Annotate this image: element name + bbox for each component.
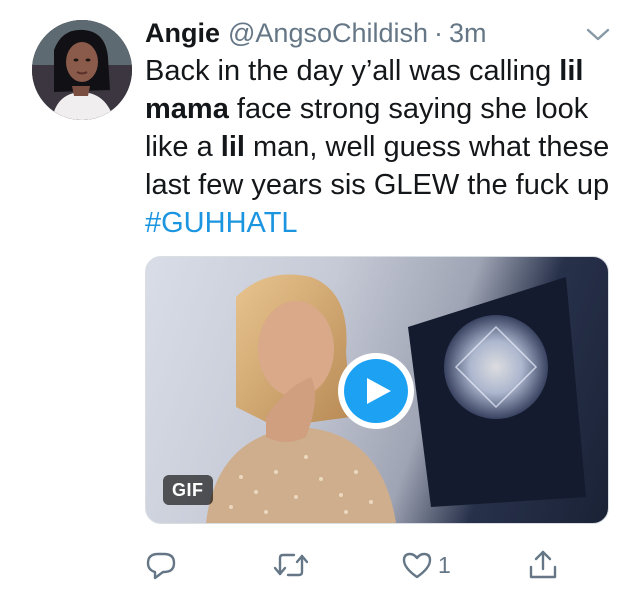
play-button[interactable]: [338, 353, 414, 429]
author-handle[interactable]: @AngsoChildish: [228, 14, 428, 52]
heart-icon: [402, 552, 432, 579]
play-button-circle: [344, 359, 408, 423]
tweet-header: Angie @AngsoChildish · 3m: [145, 14, 487, 52]
like-button[interactable]: 1: [400, 540, 451, 590]
avatar[interactable]: [32, 20, 132, 120]
retweet-icon: [273, 553, 309, 577]
gif-badge: GIF: [163, 475, 213, 505]
retweet-button[interactable]: [272, 540, 310, 590]
reply-icon: [146, 552, 176, 580]
timestamp[interactable]: 3m: [449, 14, 487, 52]
like-count: 1: [438, 552, 451, 578]
tweet-text-segment: Back in the day y’all was calling: [145, 55, 560, 87]
avatar-image: [32, 20, 132, 120]
tweet-text-bold: lil: [220, 131, 245, 163]
tweet-actions: 1: [0, 540, 640, 590]
reply-button[interactable]: [144, 540, 178, 590]
author-name[interactable]: Angie: [145, 14, 220, 52]
tweet: Angie @AngsoChildish · 3m Back in the da…: [0, 0, 640, 597]
share-icon: [529, 550, 557, 579]
tweet-text: Back in the day y’all was calling lil ma…: [145, 52, 625, 242]
play-icon: [366, 378, 391, 404]
chevron-down-icon[interactable]: [584, 24, 612, 46]
share-button[interactable]: [526, 540, 560, 590]
hashtag-link[interactable]: #GUHHATL: [145, 204, 298, 242]
separator-dot: ·: [434, 18, 444, 48]
